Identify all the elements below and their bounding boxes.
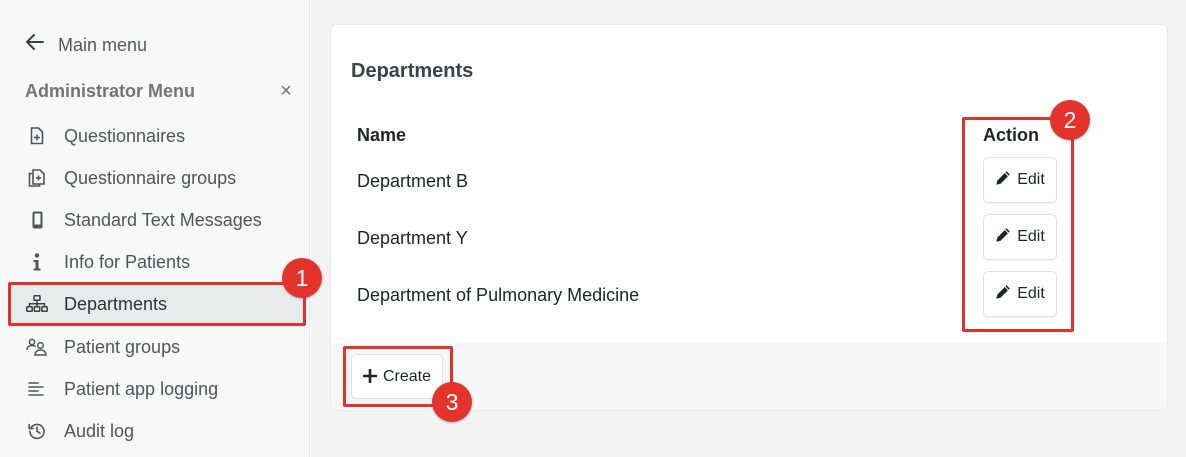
sidebar-item-questionnaire-groups[interactable]: Questionnaire groups (10, 157, 304, 199)
administrator-menu-title: Administrator Menu (25, 80, 196, 101)
administrator-menu-header: Administrator Menu × (25, 79, 297, 103)
sidebar-item-label: Info for Patients (64, 251, 191, 272)
main-menu-label: Main menu (58, 34, 148, 55)
department-name-cell: Department Y (357, 228, 468, 248)
users-icon (10, 338, 64, 356)
sidebar-item-label: Questionnaires (64, 125, 186, 146)
sidebar-item-standard-text-messages[interactable]: Standard Text Messages (10, 199, 304, 241)
highlight-box-departments (8, 282, 306, 326)
list-icon (10, 381, 64, 397)
highlight-box-action-column (962, 117, 1074, 332)
sidebar-item-label: Questionnaire groups (64, 167, 237, 188)
sidebar-item-label: Patient app logging (64, 378, 219, 399)
annotation-badge-1: 1 (282, 258, 322, 298)
sidebar-item-label: Patient groups (64, 336, 181, 357)
sidebar-item-label: Audit log (64, 420, 135, 441)
column-header-name: Name (357, 125, 407, 145)
sidebar-item-patient-groups[interactable]: Patient groups (10, 326, 304, 368)
close-icon[interactable]: × (275, 80, 297, 103)
sidebar-item-info-for-patients[interactable]: Info for Patients (10, 241, 304, 283)
annotation-badge-2: 2 (1050, 100, 1090, 140)
department-name-cell: Department of Pulmonary Medicine (357, 285, 640, 305)
main-menu-link[interactable]: Main menu (26, 33, 147, 57)
admin-sidebar: Main menu Administrator Menu × Questionn… (0, 0, 310, 457)
file-plus-icon (10, 127, 64, 145)
department-name-cell: Department B (357, 171, 469, 191)
sidebar-item-audit-log[interactable]: Audit log (10, 410, 304, 452)
mobile-icon (10, 211, 64, 229)
annotation-badge-3: 3 (432, 382, 472, 422)
page-title: Departments (351, 60, 474, 82)
arrow-left-icon (26, 34, 46, 56)
history-icon (10, 422, 64, 440)
sidebar-item-patient-app-logging[interactable]: Patient app logging (10, 368, 304, 410)
sidebar-item-questionnaires[interactable]: Questionnaires (10, 115, 304, 157)
sidebar-item-label: Standard Text Messages (64, 209, 262, 230)
info-icon (10, 253, 64, 271)
files-plus-icon (10, 169, 64, 187)
